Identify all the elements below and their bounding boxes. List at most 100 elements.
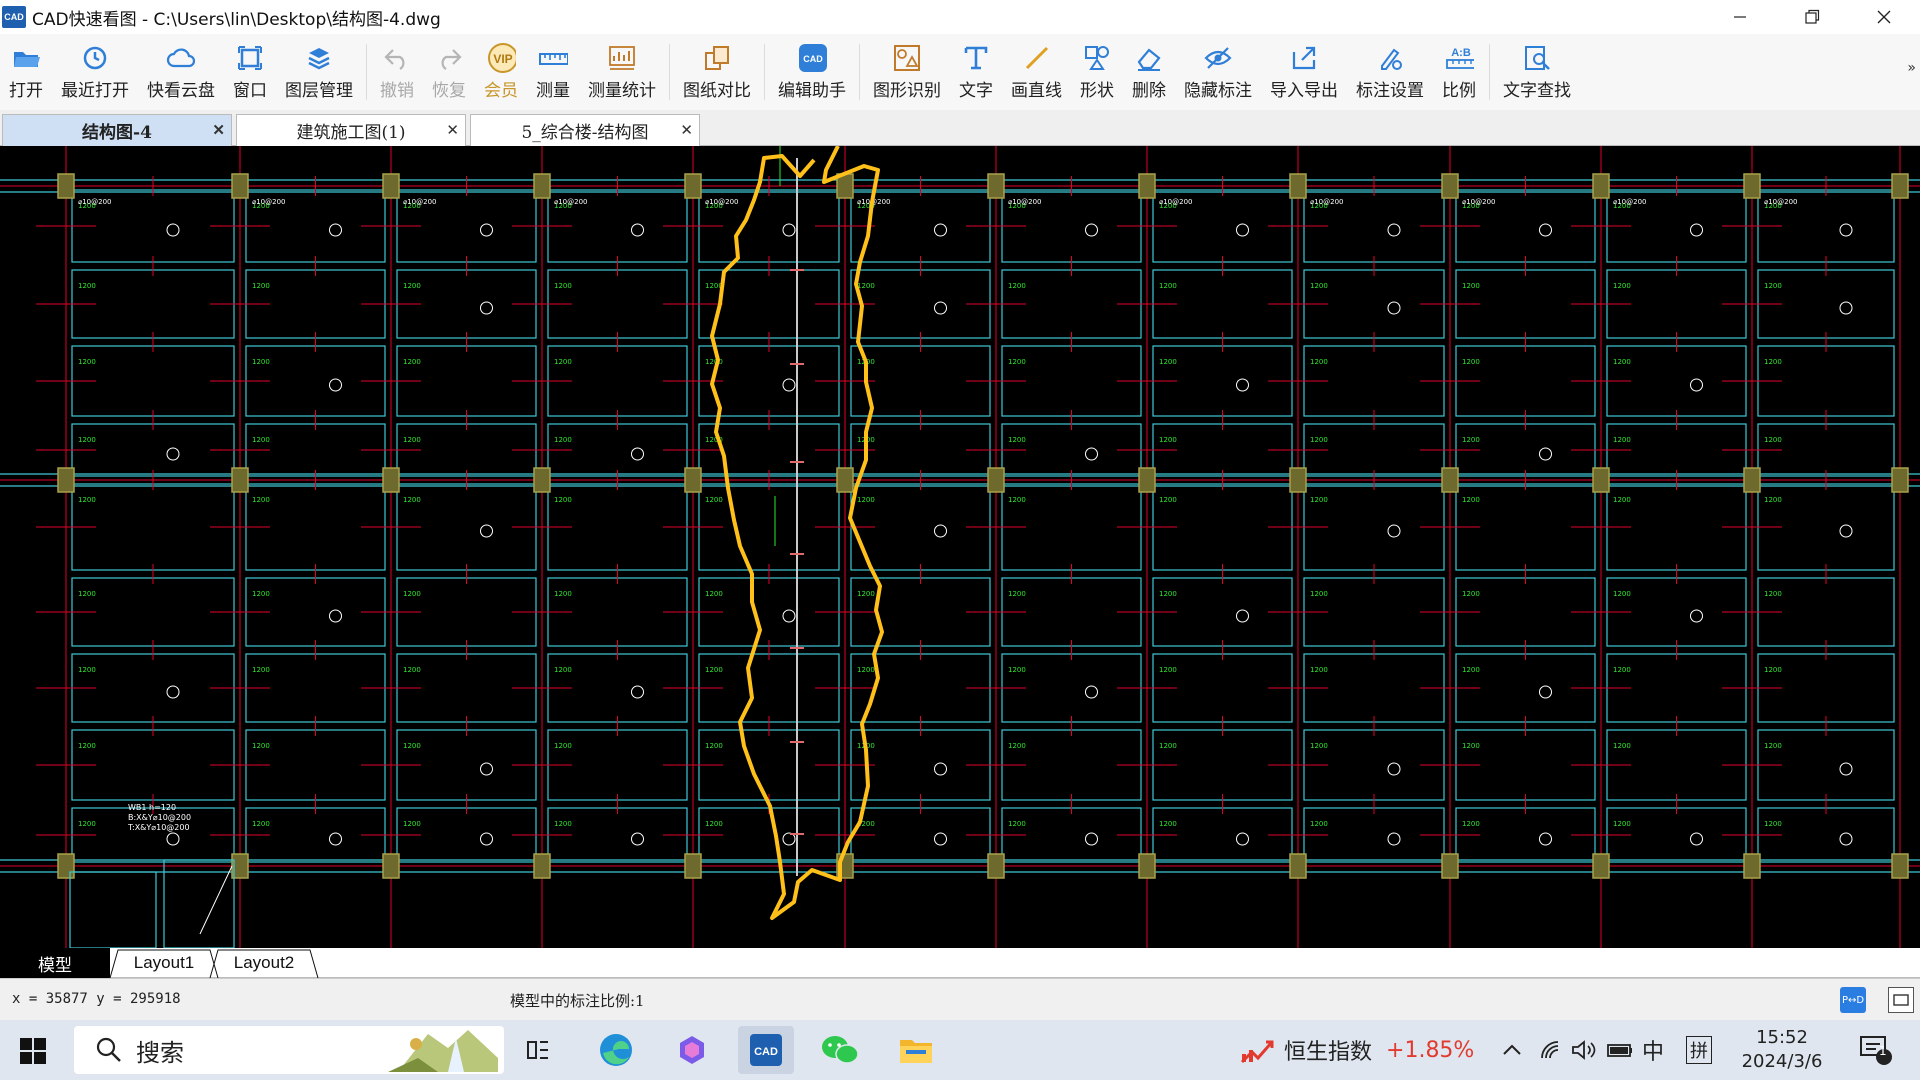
shape-recognize-button[interactable]: 图形识别 [864, 34, 950, 110]
tray-chevron-button[interactable] [1500, 1020, 1524, 1080]
import-export-icon [1289, 43, 1319, 73]
vip-icon: VIP [486, 43, 516, 73]
tab-layout2[interactable]: Layout2 [218, 948, 310, 978]
fullscreen-toggle-button[interactable] [1888, 987, 1914, 1013]
close-button[interactable] [1848, 0, 1920, 34]
toolbar-divider [859, 44, 860, 100]
slab-dimension-text: 1200 [1159, 282, 1177, 290]
slab-dimension-text: 1200 [554, 666, 572, 674]
paper-device-toggle-button[interactable]: P↔D [1840, 987, 1866, 1013]
slab-dimension-text: 1200 [252, 666, 270, 674]
beam-detail-outline [69, 871, 157, 948]
redo-button[interactable]: 恢复 [423, 34, 475, 110]
delete-button[interactable]: 删除 [1123, 34, 1175, 110]
stock-widget[interactable]: 恒生指数 +1.85% [1240, 1020, 1474, 1080]
edit-assistant-button[interactable]: CAD 编辑助手 [769, 34, 855, 110]
taskbar-search-box[interactable]: 搜索 [74, 1026, 504, 1074]
slab-dimension-text: 1200 [1008, 666, 1026, 674]
wechat-app-button[interactable] [812, 1026, 868, 1074]
battery-button[interactable] [1606, 1020, 1634, 1080]
measure-stats-button[interactable]: 测量统计 [579, 34, 665, 110]
column-marker [1138, 467, 1156, 493]
window-button[interactable]: 窗口 [224, 34, 276, 110]
open-button[interactable]: 打开 [0, 34, 52, 110]
recent-open-button[interactable]: 最近打开 [52, 34, 138, 110]
windows-logo-icon [20, 1038, 46, 1064]
text-button[interactable]: 文字 [950, 34, 1002, 110]
rebar-annotation-text: ⌀10@200 [1008, 198, 1041, 206]
restore-button[interactable] [1776, 0, 1848, 34]
tab-layout1[interactable]: Layout1 [118, 948, 210, 978]
column-marker [57, 853, 75, 879]
text-icon [961, 43, 991, 73]
column-marker [1891, 467, 1909, 493]
close-tab-icon[interactable]: ✕ [680, 121, 693, 139]
slab-label-circle [1236, 378, 1249, 392]
beam-detail-outline [163, 859, 235, 948]
slab-label-circle [631, 223, 644, 237]
column-marker [1138, 173, 1156, 199]
hide-annotation-button[interactable]: 隐藏标注 [1175, 34, 1261, 110]
slab-dimension-text: 1200 [252, 496, 270, 504]
wechat-icon [822, 1036, 859, 1064]
slab-label-circle [1690, 609, 1703, 623]
wifi-button[interactable] [1538, 1020, 1562, 1080]
ime-pinyin-button[interactable]: 拼 [1686, 1020, 1712, 1080]
window-title: CAD快速看图 - C:\Users\lin\Desktop\结构图-4.dwg [32, 9, 441, 30]
cloud-drive-button[interactable]: 快看云盘 [138, 34, 224, 110]
volume-button[interactable] [1570, 1020, 1596, 1080]
slab-label-circle [1839, 524, 1853, 538]
edit-assistant-icon: CAD [797, 43, 827, 73]
cad-drawing[interactable]: 1200 1200 1200 1200 1200 1200 1200 1200 1200 ⌀10@… [0, 146, 1920, 948]
slab-label-circle [1085, 832, 1098, 846]
slab-label-circle [1236, 832, 1249, 846]
slab-dimension-text: 1200 [1613, 358, 1631, 366]
drawing-canvas[interactable]: 1200 1200 1200 1200 1200 1200 1200 1200 1200 ⌀10@… [0, 146, 1920, 948]
annotation-settings-button[interactable]: 标注设置 [1347, 34, 1433, 110]
notification-button[interactable]: 1 [1858, 1020, 1894, 1080]
slab-dimension-text: 1200 [1159, 666, 1177, 674]
column-marker [533, 467, 551, 493]
slab-dimension-text: 1200 [857, 590, 875, 598]
line-icon [1022, 43, 1052, 73]
slab-label-circle [329, 378, 342, 392]
task-view-button[interactable] [510, 1026, 566, 1074]
tab-construction[interactable]: 建筑施工图(1) ✕ [236, 114, 466, 146]
import-export-button[interactable]: 导入导出 [1261, 34, 1347, 110]
slab-dimension-text: 1200 [78, 590, 96, 598]
ime-mode-button[interactable]: 中 [1642, 1020, 1664, 1080]
file-explorer-button[interactable] [888, 1026, 944, 1074]
slab-dimension-text: 1200 [252, 282, 270, 290]
slab-label-circle [1690, 223, 1703, 237]
undo-button[interactable]: 撤销 [371, 34, 423, 110]
start-button[interactable] [20, 1038, 46, 1064]
slab-label-circle [631, 685, 644, 699]
close-tab-icon[interactable]: ✕ [212, 121, 225, 139]
rebar-annotation-text: ⌀10@200 [1613, 198, 1646, 206]
cad-app-icon: CAD [750, 1034, 782, 1066]
taskbar-clock[interactable]: 15:52 2024/3/6 [1734, 1026, 1830, 1074]
close-icon [1877, 10, 1891, 24]
toolbar-more-button[interactable]: » [1907, 60, 1916, 76]
compare-button[interactable]: 图纸对比 [674, 34, 760, 110]
annotation-settings-label: 标注设置 [1356, 81, 1424, 101]
vip-button[interactable]: VIP 会员 [475, 34, 527, 110]
draw-line-button[interactable]: 画直线 [1002, 34, 1071, 110]
edge-app-button[interactable] [588, 1026, 644, 1074]
cad-app-button[interactable]: CAD [738, 1026, 794, 1074]
slab-label-circle [166, 223, 180, 237]
slab-label-circle [166, 685, 180, 699]
column-marker [231, 467, 249, 493]
text-search-button[interactable]: 文字查找 [1494, 34, 1580, 110]
tab-complex-building[interactable]: 5_综合楼-结构图 ✕ [470, 114, 700, 146]
close-tab-icon[interactable]: ✕ [446, 121, 459, 139]
tab-structure-4[interactable]: 结构图-4 ✕ [2, 114, 232, 146]
copilot-app-button[interactable] [664, 1026, 720, 1074]
layer-manager-button[interactable]: 图层管理 [276, 34, 362, 110]
minimize-button[interactable] [1704, 0, 1776, 34]
shapes-button[interactable]: 形状 [1071, 34, 1123, 110]
measure-button[interactable]: 测量 [527, 34, 579, 110]
scale-ratio-button[interactable]: A:B 比例 [1433, 34, 1485, 110]
rebar-annotation-text: ⌀10@200 [705, 198, 738, 206]
shape-recognize-icon [892, 43, 922, 73]
